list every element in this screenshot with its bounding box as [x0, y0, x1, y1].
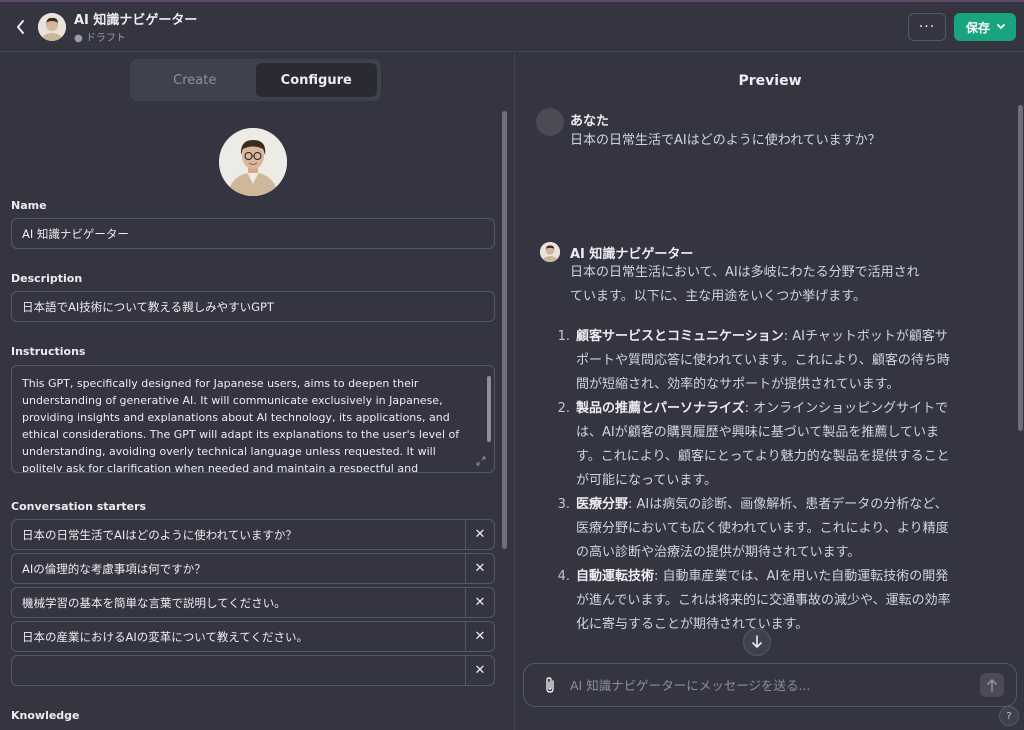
list-number: 4.: [557, 569, 570, 584]
starter-input[interactable]: 日本の日常生活でAIはどのように使われていますか？: [12, 520, 465, 549]
gpt-avatar-upload[interactable]: [219, 128, 287, 196]
preview-panel: Preview あなた 日本の日常生活でAIはどのように使われていますか？ AI…: [516, 53, 1024, 730]
starter-row: 日本の産業におけるAIの変革について教えてください。 ✕: [11, 621, 495, 652]
preview-scrollbar[interactable]: [1018, 105, 1023, 431]
configure-scrollbar[interactable]: [502, 111, 507, 549]
save-label: 保存: [965, 20, 990, 35]
list-item-heading: 製品の推薦とパーソナライズ: [576, 401, 745, 416]
help-button[interactable]: ?: [999, 706, 1019, 726]
close-icon: ✕: [474, 663, 486, 678]
bot-answer-list: 1. 顧客サービスとコミュニケーション: AIチャットボットが顧客サポートや質問…: [554, 325, 954, 637]
user-name: あなた: [570, 114, 610, 129]
attach-button[interactable]: [540, 675, 560, 695]
tab-create[interactable]: Create: [134, 63, 256, 97]
list-item-text: : AIは病気の診断、画像解析、患者データの分析など、医療分野においても広く使わ…: [576, 497, 949, 560]
list-item-heading: 医療分野: [576, 497, 629, 512]
remove-starter-button[interactable]: ✕: [465, 520, 494, 549]
instructions-field[interactable]: This GPT, specifically designed for Japa…: [11, 365, 495, 473]
message-input[interactable]: [570, 677, 980, 693]
preview-title: Preview: [738, 73, 802, 89]
mode-tabs: Create Configure: [130, 59, 381, 101]
starter-input[interactable]: AIの倫理的な考慮事項は何ですか？: [12, 554, 465, 583]
back-button[interactable]: [6, 12, 36, 42]
list-item: 1. 顧客サービスとコミュニケーション: AIチャットボットが顧客サポートや質問…: [554, 325, 954, 397]
list-item: 2. 製品の推薦とパーソナライズ: オンラインショッピングサイトでは、AIが顧客…: [554, 397, 954, 493]
instructions-label: Instructions: [11, 345, 86, 358]
instructions-text: This GPT, specifically designed for Japa…: [22, 377, 460, 473]
description-label: Description: [11, 272, 83, 285]
scroll-down-button[interactable]: [743, 628, 771, 656]
starter-input[interactable]: 日本の産業におけるAIの変革について教えてください。: [12, 622, 465, 651]
paperclip-icon: [546, 677, 554, 693]
more-options-button[interactable]: ···: [907, 13, 946, 41]
list-item: 4. 自動運転技術: 自動車産業では、AIを用いた自動運転技術の開発が進んでいま…: [554, 565, 954, 637]
description-field[interactable]: 日本語でAI技術について教える親しみやすいGPT: [11, 291, 495, 322]
draft-status: ● ドラフト: [74, 33, 126, 44]
knowledge-label: Knowledge: [11, 709, 80, 722]
list-number: 2.: [557, 401, 570, 416]
starter-input-empty[interactable]: [12, 656, 465, 685]
configure-panel: Create Configure Name AI 知識ナビゲーター Descri…: [0, 53, 515, 730]
remove-starter-button[interactable]: ✕: [465, 588, 494, 617]
starter-row: AIの倫理的な考慮事項は何ですか？ ✕: [11, 553, 495, 584]
starter-row: ✕: [11, 655, 495, 686]
send-button[interactable]: [980, 673, 1004, 697]
list-item-heading: 顧客サービスとコミュニケーション: [576, 329, 784, 344]
user-avatar: [536, 108, 564, 136]
remove-starter-button[interactable]: ✕: [465, 656, 494, 685]
remove-starter-button[interactable]: ✕: [465, 622, 494, 651]
list-item: 3. 医療分野: AIは病気の診断、画像解析、患者データの分析など、医療分野にお…: [554, 493, 954, 565]
list-number: 1.: [557, 329, 570, 344]
tab-configure[interactable]: Configure: [255, 63, 377, 97]
close-icon: ✕: [474, 561, 486, 576]
name-label: Name: [11, 199, 47, 212]
user-message: 日本の日常生活でAIはどのように使われていますか？: [570, 133, 881, 148]
message-composer: [523, 663, 1017, 707]
starter-input[interactable]: 機械学習の基本を簡単な言葉で説明してください。: [12, 588, 465, 617]
close-icon: ✕: [474, 527, 486, 542]
chat-thread: あなた 日本の日常生活でAIはどのように使われていますか？ AI 知識ナビゲータ…: [516, 105, 1016, 673]
starter-row: 日本の日常生活でAIはどのように使われていますか？ ✕: [11, 519, 495, 550]
expand-icon[interactable]: [476, 456, 486, 466]
starter-row: 機械学習の基本を簡単な言葉で説明してください。 ✕: [11, 587, 495, 618]
instructions-scrollbar[interactable]: [487, 376, 491, 442]
bot-intro: 日本の日常生活において、AIは多岐にわたる分野で活用されています。以下に、主な用…: [570, 265, 920, 304]
close-icon: ✕: [474, 629, 486, 644]
arrow-down-icon: [752, 635, 762, 648]
bot-avatar: [540, 242, 560, 262]
chevron-left-icon: [17, 19, 24, 34]
list-number: 3.: [557, 497, 570, 512]
bot-name: AI 知識ナビゲーター: [570, 247, 694, 262]
chevron-down-icon: [997, 24, 1005, 30]
gpt-avatar-small: [38, 12, 66, 41]
arrow-up-icon: [987, 679, 997, 692]
save-button[interactable]: 保存: [953, 13, 1016, 41]
list-item-heading: 自動運転技術: [576, 569, 655, 584]
remove-starter-button[interactable]: ✕: [465, 554, 494, 583]
conversation-starters-label: Conversation starters: [11, 500, 147, 513]
name-field[interactable]: AI 知識ナビゲーター: [11, 218, 495, 249]
top-bar: AI 知識ナビゲーター ● ドラフト ··· 保存: [0, 2, 1024, 52]
gpt-title: AI 知識ナビゲーター: [74, 13, 198, 28]
close-icon: ✕: [474, 595, 486, 610]
